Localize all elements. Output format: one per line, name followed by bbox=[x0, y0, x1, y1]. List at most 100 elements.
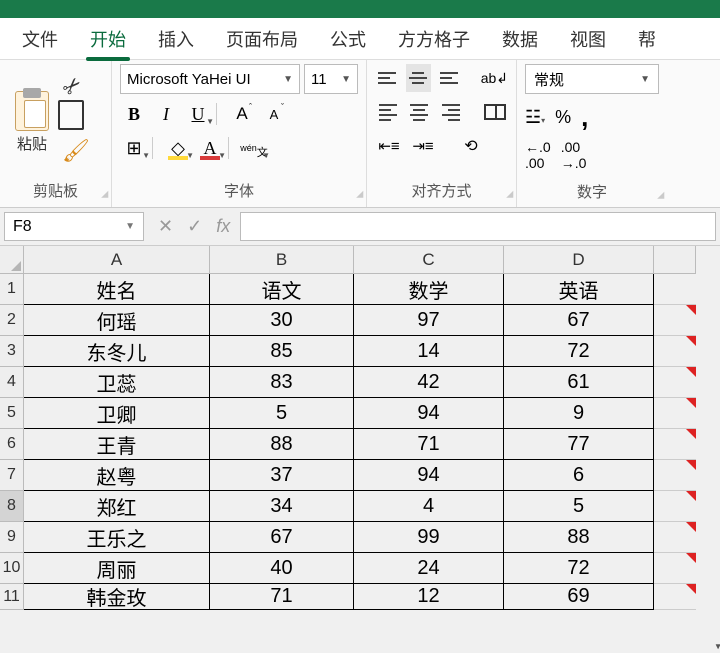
cell[interactable] bbox=[654, 367, 696, 398]
cell[interactable]: 67 bbox=[210, 522, 354, 553]
cell[interactable]: 61 bbox=[504, 367, 654, 398]
col-header-D[interactable]: D bbox=[504, 246, 654, 274]
cell[interactable]: 77 bbox=[504, 429, 654, 460]
cell[interactable]: 语文 bbox=[210, 274, 354, 305]
cell[interactable] bbox=[654, 336, 696, 367]
row-header-5[interactable]: 5 bbox=[0, 398, 24, 429]
tab-view[interactable]: 视图 bbox=[554, 18, 622, 60]
cell[interactable] bbox=[654, 491, 696, 522]
currency-button[interactable]: ☳▾ bbox=[525, 107, 545, 128]
wrap-text-button[interactable]: ab↲ bbox=[481, 64, 508, 92]
row-header-1[interactable]: 1 bbox=[0, 274, 24, 305]
cell[interactable] bbox=[654, 398, 696, 429]
font-color-button[interactable]: A▼ bbox=[196, 134, 224, 162]
tab-help[interactable]: 帮 bbox=[622, 18, 672, 60]
cell[interactable]: 97 bbox=[354, 305, 504, 336]
name-box[interactable]: F8▼ bbox=[4, 212, 144, 241]
increase-font-button[interactable]: Aˆ bbox=[228, 100, 256, 128]
copy-button[interactable] bbox=[62, 104, 84, 130]
cell[interactable]: 72 bbox=[504, 553, 654, 584]
decrease-indent-button[interactable]: ⇤≡ bbox=[375, 132, 403, 160]
cell[interactable] bbox=[654, 305, 696, 336]
decrease-font-button[interactable]: Aˇ bbox=[260, 100, 288, 128]
cell[interactable]: 5 bbox=[210, 398, 354, 429]
cell[interactable]: 40 bbox=[210, 553, 354, 584]
row-header-7[interactable]: 7 bbox=[0, 460, 24, 491]
tab-data[interactable]: 数据 bbox=[486, 18, 554, 60]
confirm-icon[interactable]: ✓ bbox=[187, 216, 202, 237]
percent-button[interactable]: % bbox=[555, 107, 571, 128]
comma-button[interactable]: , bbox=[581, 102, 588, 133]
align-middle-button[interactable] bbox=[406, 64, 431, 92]
row-header-6[interactable]: 6 bbox=[0, 429, 24, 460]
cell[interactable]: 72 bbox=[504, 336, 654, 367]
cell[interactable]: 88 bbox=[504, 522, 654, 553]
cell[interactable]: 姓名 bbox=[24, 274, 210, 305]
fx-icon[interactable]: fx bbox=[216, 216, 230, 237]
phonetic-button[interactable]: wén文▼ bbox=[240, 134, 268, 162]
border-button[interactable]: ⊞▼ bbox=[120, 134, 148, 162]
cell[interactable]: 94 bbox=[354, 460, 504, 491]
increase-indent-button[interactable]: ⇥≡ bbox=[409, 132, 437, 160]
align-left-button[interactable] bbox=[375, 98, 400, 126]
cell[interactable]: 何瑶 bbox=[24, 305, 210, 336]
cell[interactable]: 94 bbox=[354, 398, 504, 429]
cell[interactable]: 37 bbox=[210, 460, 354, 491]
cell[interactable]: 数学 bbox=[354, 274, 504, 305]
tab-fangfang[interactable]: 方方格子 bbox=[382, 18, 486, 60]
cell[interactable]: 71 bbox=[210, 584, 354, 610]
cell[interactable]: 王乐之 bbox=[24, 522, 210, 553]
col-header-C[interactable]: C bbox=[354, 246, 504, 274]
cell[interactable]: 71 bbox=[354, 429, 504, 460]
row-header-11[interactable]: 11 bbox=[0, 584, 24, 610]
font-size-select[interactable]: 11▼ bbox=[304, 64, 358, 94]
cell[interactable]: 24 bbox=[354, 553, 504, 584]
cell[interactable]: 42 bbox=[354, 367, 504, 398]
cell[interactable]: 99 bbox=[354, 522, 504, 553]
formula-input[interactable] bbox=[240, 212, 716, 241]
col-header-A[interactable]: A bbox=[24, 246, 210, 274]
col-header-B[interactable]: B bbox=[210, 246, 354, 274]
tab-insert[interactable]: 插入 bbox=[142, 18, 210, 60]
font-name-select[interactable]: Microsoft YaHei UI▼ bbox=[120, 64, 300, 94]
cell[interactable]: 卫卿 bbox=[24, 398, 210, 429]
row-header-4[interactable]: 4 bbox=[0, 367, 24, 398]
align-center-button[interactable] bbox=[406, 98, 431, 126]
cell[interactable]: 67 bbox=[504, 305, 654, 336]
cell[interactable] bbox=[654, 274, 696, 305]
orientation-button[interactable]: ⟲▼ bbox=[457, 132, 485, 160]
increase-decimal-button[interactable]: ←.0.00 bbox=[525, 139, 551, 171]
merge-button[interactable]: ▼ bbox=[483, 98, 508, 126]
select-all-corner[interactable] bbox=[0, 246, 24, 274]
align-bottom-button[interactable] bbox=[437, 64, 462, 92]
cell[interactable]: 王青 bbox=[24, 429, 210, 460]
bold-button[interactable]: B bbox=[120, 100, 148, 128]
cell[interactable]: 4 bbox=[354, 491, 504, 522]
row-header-10[interactable]: 10 bbox=[0, 553, 24, 584]
cell[interactable]: 30 bbox=[210, 305, 354, 336]
spreadsheet-grid[interactable]: A B C D 1姓名语文数学英语2何瑶3097673东冬儿8514724卫蕊8… bbox=[0, 246, 720, 610]
cell[interactable]: 韩金玫 bbox=[24, 584, 210, 610]
cell[interactable] bbox=[654, 460, 696, 491]
cell[interactable]: 郑红 bbox=[24, 491, 210, 522]
tab-file[interactable]: 文件 bbox=[6, 18, 74, 60]
col-header-E[interactable] bbox=[654, 246, 696, 274]
align-right-button[interactable] bbox=[438, 98, 463, 126]
cell[interactable]: 6 bbox=[504, 460, 654, 491]
tab-pagelayout[interactable]: 页面布局 bbox=[210, 18, 314, 60]
italic-button[interactable]: I bbox=[152, 100, 180, 128]
row-header-8[interactable]: 8 bbox=[0, 491, 24, 522]
cell[interactable]: 周丽 bbox=[24, 553, 210, 584]
cell[interactable]: 34 bbox=[210, 491, 354, 522]
cell[interactable]: 9 bbox=[504, 398, 654, 429]
cell[interactable] bbox=[654, 429, 696, 460]
cell[interactable]: 赵粤 bbox=[24, 460, 210, 491]
cancel-icon[interactable]: ✕ bbox=[158, 216, 173, 237]
row-header-2[interactable]: 2 bbox=[0, 305, 24, 336]
tab-formulas[interactable]: 公式 bbox=[314, 18, 382, 60]
cell[interactable]: 83 bbox=[210, 367, 354, 398]
fill-color-button[interactable]: ◇▼ bbox=[164, 134, 192, 162]
cell[interactable]: 5 bbox=[504, 491, 654, 522]
cell[interactable]: 85 bbox=[210, 336, 354, 367]
cell[interactable]: 69 bbox=[504, 584, 654, 610]
